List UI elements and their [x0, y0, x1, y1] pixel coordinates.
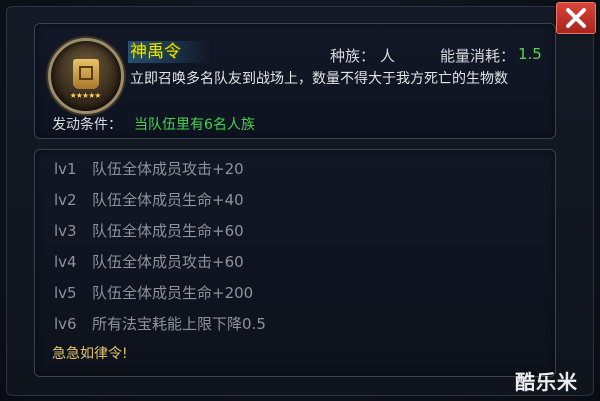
motto-text: 急急如律令!	[52, 346, 128, 362]
condition-value: 当队伍里有6名人族	[134, 117, 255, 133]
card-name: 神禹令	[128, 41, 211, 63]
level-effect: 队伍全体成员攻击+60	[92, 253, 244, 271]
star-rating: ★★★★★	[69, 91, 102, 100]
race-value: 人	[380, 47, 396, 65]
level-effect: 队伍全体成员攻击+20	[92, 160, 244, 178]
level-row: lv3 队伍全体成员生命+60	[54, 220, 244, 241]
level-number: lv1	[54, 160, 77, 178]
card-avatar	[48, 38, 124, 114]
level-effect: 队伍全体成员生命+200	[92, 284, 254, 302]
level-number: lv6	[54, 315, 77, 333]
energy-cost-label: 能量消耗：	[440, 47, 516, 65]
level-row: lv2 队伍全体成员生命+40	[54, 189, 244, 210]
level-effect: 队伍全体成员生命+40	[92, 191, 244, 209]
level-effect: 所有法宝耗能上限下降0.5	[92, 315, 266, 333]
energy-cost-value: 1.5	[518, 45, 542, 63]
level-row: lv1 队伍全体成员攻击+20	[54, 158, 244, 179]
close-icon	[566, 8, 586, 28]
level-row: lv4 队伍全体成员攻击+60	[54, 251, 244, 272]
level-row: lv6 所有法宝耗能上限下降0.5	[54, 313, 266, 334]
seal-token-icon	[73, 59, 99, 89]
level-number: lv5	[54, 284, 77, 302]
level-number: lv3	[54, 222, 77, 240]
site-watermark: 酷乐米	[515, 370, 578, 394]
condition-label: 发动条件：	[52, 117, 122, 133]
card-description: 立即召唤多名队友到战场上，数量不得大于我方死亡的生物数	[130, 71, 508, 87]
race-label: 种族：	[330, 47, 376, 65]
level-row: lv5 队伍全体成员生命+200	[54, 282, 253, 303]
level-number: lv4	[54, 253, 77, 271]
close-button[interactable]	[556, 2, 596, 34]
level-number: lv2	[54, 191, 77, 209]
level-effect: 队伍全体成员生命+60	[92, 222, 244, 240]
